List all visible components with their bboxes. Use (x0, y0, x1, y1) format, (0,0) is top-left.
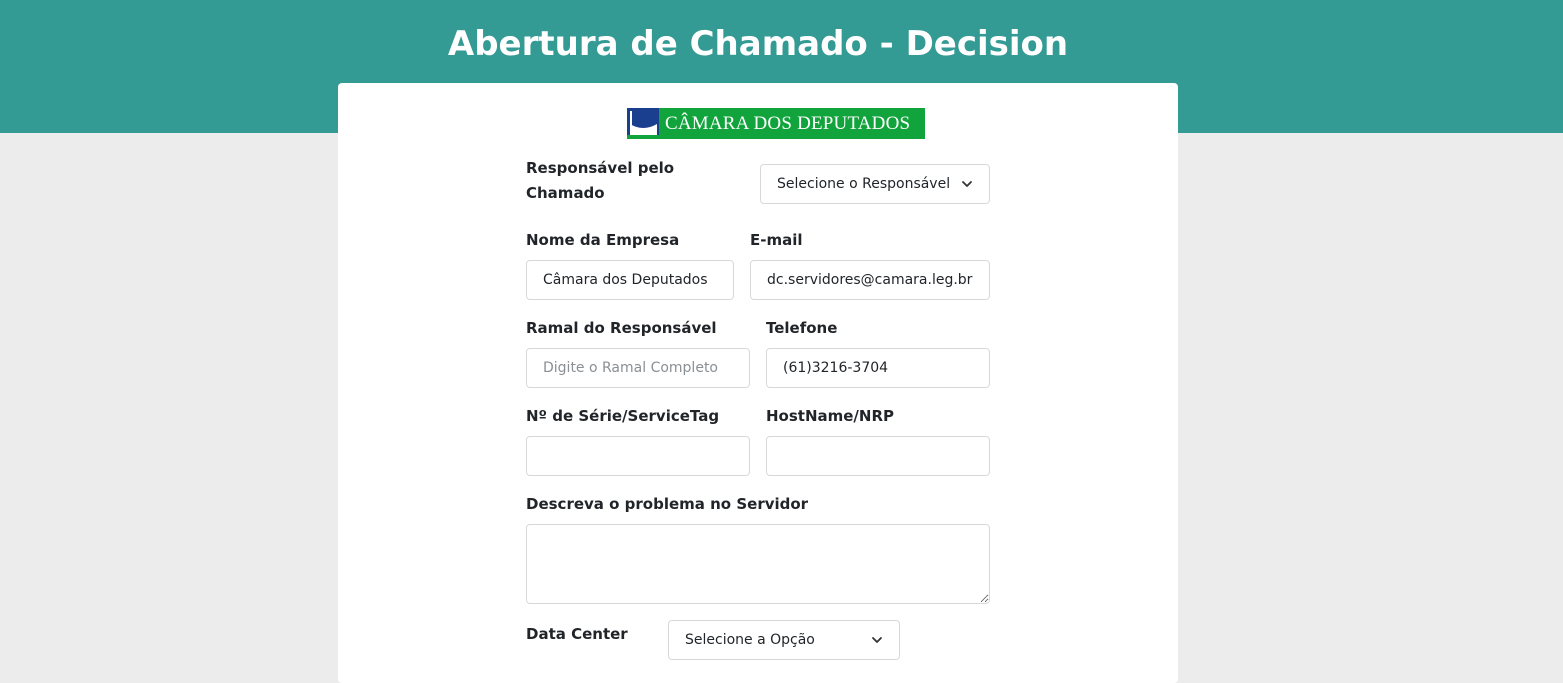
form-card: CÂMARA DOS DEPUTADOS Responsável pelo Ch… (338, 83, 1178, 683)
logo-text: CÂMARA DOS DEPUTADOS (665, 112, 911, 134)
datacenter-selected: Selecione a Opção (685, 632, 815, 648)
ramal-input[interactable] (526, 348, 750, 388)
responsavel-label: Responsável pelo Chamado (526, 159, 675, 202)
serie-label: Nº de Série/ServiceTag (526, 407, 720, 425)
ramal-label: Ramal do Responsável (526, 319, 717, 337)
telefone-input[interactable] (766, 348, 990, 388)
responsavel-selected: Selecione o Responsável (777, 176, 951, 192)
telefone-label: Telefone (766, 319, 838, 337)
serie-input[interactable] (526, 436, 750, 476)
descricao-textarea[interactable] (526, 524, 990, 604)
chevron-down-icon (962, 181, 972, 187)
camara-emblem-icon (627, 108, 659, 139)
page-title: Abertura de Chamado - Decision (447, 24, 1069, 64)
datacenter-label: Data Center (526, 625, 628, 643)
empresa-input[interactable] (526, 260, 734, 300)
responsavel-select[interactable]: Selecione o Responsável (760, 164, 990, 204)
camara-logo: CÂMARA DOS DEPUTADOS (627, 108, 925, 139)
email-input[interactable] (750, 260, 990, 300)
hostname-label: HostName/NRP (766, 407, 895, 425)
empresa-label: Nome da Empresa (526, 231, 680, 249)
hostname-input[interactable] (766, 436, 990, 476)
email-label: E-mail (750, 231, 803, 249)
datacenter-select[interactable]: Selecione a Opção (668, 620, 900, 660)
descricao-label: Descreva o problema no Servidor (526, 495, 809, 513)
